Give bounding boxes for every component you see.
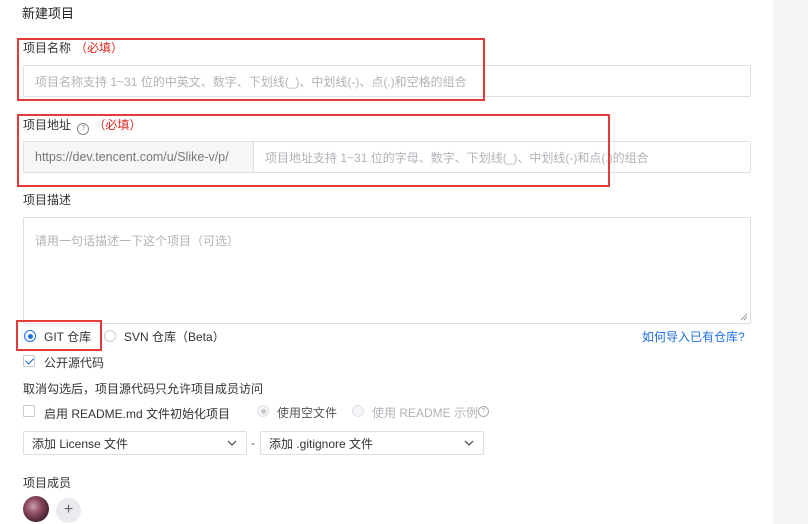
project-address-prefix: https://dev.tencent.com/u/Slike-v/p/ [23,141,254,173]
project-address-placeholder: 项目地址支持 1~31 位的字母、数字、下划线(_)、中划线(-)和点(.)的组… [265,150,649,165]
project-description-placeholder: 请用一句话描述一下这个项目（可选） [35,234,240,248]
project-name-placeholder: 项目名称支持 1~31 位的中英文、数字、下划线(_)、中划线(-)、点(.)和… [35,74,467,89]
public-source-label[interactable]: 公开源代码 [44,354,104,371]
chevron-down-icon [227,440,237,446]
page-title: 新建项目 [22,6,75,21]
readme-example-radio[interactable] [352,405,364,417]
project-members-label: 项目成员 [23,476,72,490]
select-separator: - [251,436,255,450]
public-source-hint: 取消勾选后，项目源代码只允许项目成员访问 [23,382,264,396]
required-marker: （必填） [93,118,142,132]
empty-file-label[interactable]: 使用空文件 [277,404,337,421]
git-repo-radio[interactable] [24,330,36,342]
project-name-input[interactable]: 项目名称支持 1~31 位的中英文、数字、下划线(_)、中划线(-)、点(.)和… [23,65,751,97]
svn-repo-radio[interactable] [104,330,116,342]
gitignore-select[interactable]: 添加 .gitignore 文件 [260,431,484,455]
required-marker: （必填） [75,41,124,55]
gitignore-select-value: 添加 .gitignore 文件 [269,436,374,451]
project-name-label: 项目名称 （必填） [23,39,123,56]
add-member-button[interactable]: + [56,498,81,523]
license-select[interactable]: 添加 License 文件 [23,431,247,455]
project-address-input[interactable]: 项目地址支持 1~31 位的字母、数字、下划线(_)、中划线(-)和点(.)的组… [253,141,751,173]
svn-repo-label[interactable]: SVN 仓库（Beta） [124,328,225,345]
question-circle-icon[interactable]: ? [77,123,90,135]
project-address-label-text: 项目地址 [23,118,72,132]
resize-handle-icon[interactable] [740,313,748,321]
project-description-label: 项目描述 [23,193,72,207]
vertical-scrollbar[interactable] [773,0,808,524]
project-description-textarea[interactable]: 请用一句话描述一下这个项目（可选） [23,217,751,324]
chevron-down-icon [464,440,474,446]
import-repo-link[interactable]: 如何导入已有仓库? [642,328,745,345]
project-name-label-text: 项目名称 [23,41,72,55]
avatar[interactable] [23,496,49,522]
project-address-label: 项目地址 ? （必填） [23,116,141,135]
readme-label[interactable]: 启用 README.md 文件初始化项目 [44,405,230,422]
readme-checkbox[interactable] [23,405,35,417]
public-source-checkbox[interactable] [23,355,35,367]
license-select-value: 添加 License 文件 [32,436,129,451]
question-circle-icon[interactable]: ? [478,406,489,417]
empty-file-radio[interactable] [257,405,269,417]
readme-example-label[interactable]: 使用 README 示例 [372,404,478,421]
git-repo-label[interactable]: GIT 仓库 [44,328,91,345]
